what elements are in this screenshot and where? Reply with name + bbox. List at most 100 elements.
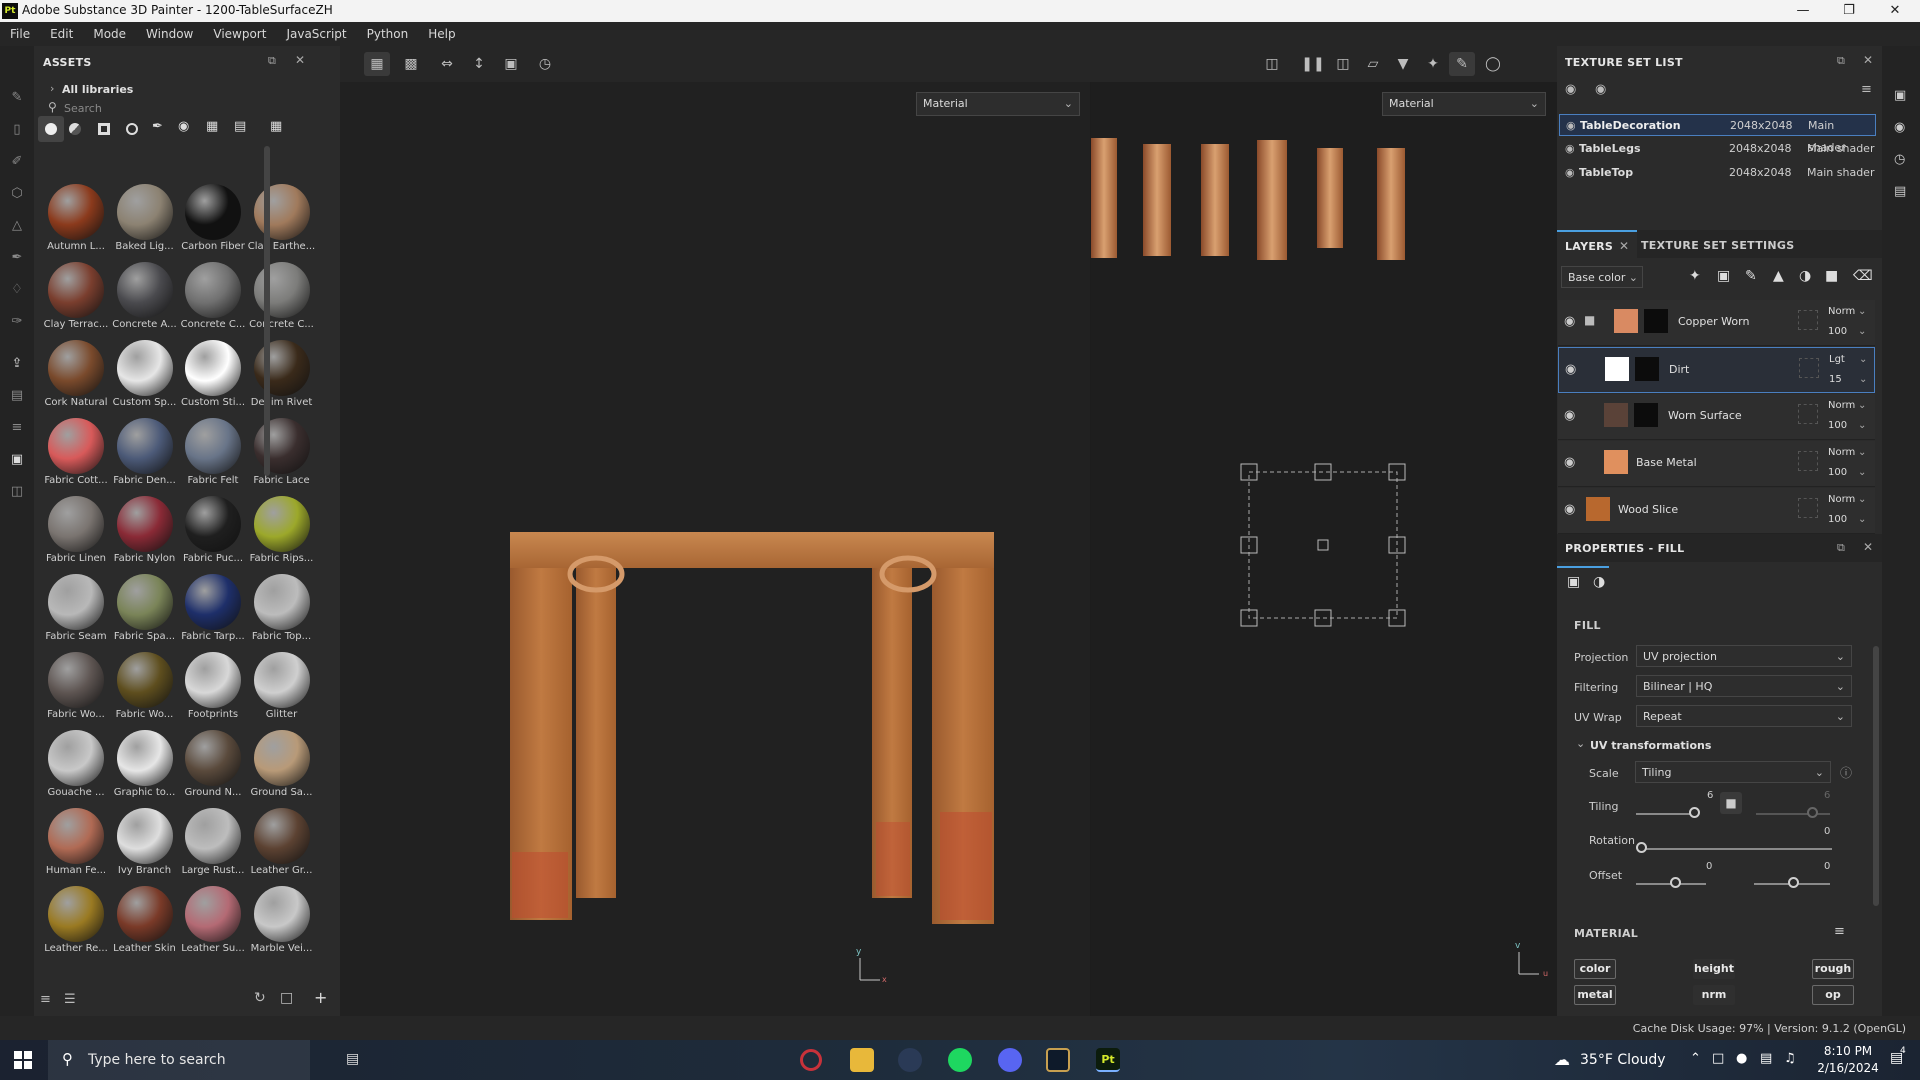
environment-icon[interactable]: ▤ (234, 119, 246, 134)
material-tile[interactable]: Custom Sp... (111, 336, 179, 414)
layer-opacity[interactable]: 100 (1828, 514, 1847, 525)
menu-javascript[interactable]: JavaScript (276, 22, 356, 46)
material-tile[interactable]: Fabric Linen (42, 492, 110, 570)
material-tile[interactable]: Fabric Wo... (111, 648, 179, 726)
layer-opacity[interactable]: 15 (1829, 374, 1842, 385)
layer-blend-mode[interactable]: Norm (1828, 447, 1855, 458)
add-fill-layer-icon[interactable]: ▲ (1773, 268, 1784, 284)
eye-icon[interactable]: ◉ (1565, 162, 1575, 184)
chevron-down-icon[interactable]: ⌄ (1858, 420, 1866, 431)
material-tile[interactable]: Carbon Fiber (179, 180, 247, 258)
mask-icon[interactable] (98, 123, 110, 135)
alpha-icon[interactable]: ▦ (206, 119, 218, 134)
menu-icon[interactable]: ≡ (1861, 82, 1872, 97)
add-paint-layer-icon[interactable]: ✎ (1745, 268, 1757, 284)
chevron-down-icon[interactable]: ⌄ (1858, 514, 1866, 525)
texture-set-row-tabledecoration[interactable]: ◉ TableDecoration 2048x2048 Main shader (1559, 114, 1876, 154)
spotify-icon[interactable] (948, 1048, 972, 1072)
windows-start-icon[interactable] (14, 1051, 32, 1069)
layer-mask-slot[interactable] (1798, 451, 1818, 471)
lighting-icon[interactable]: ✦ (1420, 52, 1446, 76)
eye-icon[interactable]: ◉ (1595, 82, 1606, 97)
layer-row[interactable]: ◉ Base Metal Norm ⌄ 100 ⌄ (1558, 441, 1875, 487)
add-icon[interactable]: + (314, 988, 327, 1007)
chevron-down-icon[interactable]: ⌄ (1858, 326, 1866, 337)
file-explorer-icon[interactable] (850, 1048, 874, 1072)
tiling-u-track[interactable] (1636, 813, 1696, 815)
smart-material-icon[interactable] (69, 123, 81, 135)
layer-row[interactable]: ◉ Wood Slice Norm ⌄ 100 ⌄ (1558, 488, 1875, 534)
close-panel-icon[interactable]: ✕ (295, 53, 305, 67)
refresh-icon[interactable]: ↻ (254, 990, 266, 1006)
viewport-2d[interactable]: Material ⌄ v u (1091, 82, 1557, 1016)
menu-window[interactable]: Window (136, 22, 203, 46)
tiling-v-value[interactable]: 6 (1824, 790, 1830, 801)
texture-set-row-tablelegs[interactable]: ◉ TableLegs 2048x2048 Main shader (1559, 138, 1876, 160)
material-tile[interactable]: Glitter (248, 648, 316, 726)
layer-thumbnail[interactable] (1605, 357, 1629, 381)
material-tile[interactable]: Clay Earthe... (248, 180, 316, 258)
channel-height-button[interactable]: height (1693, 959, 1735, 979)
scale-dropdown[interactable]: Tiling ⌄ (1635, 761, 1831, 783)
texture-set-row-tabletop[interactable]: ◉ TableTop 2048x2048 Main shader (1559, 162, 1876, 184)
paint-brush-icon[interactable]: ✎ (9, 90, 25, 106)
network-icon[interactable]: ▤ (1760, 1051, 1772, 1066)
material-tile[interactable]: Concrete A... (111, 258, 179, 336)
paint-mode-icon[interactable]: ✎ (1449, 52, 1475, 76)
close-icon[interactable]: ✕ (1619, 239, 1629, 253)
material-tile[interactable]: Leather Re... (42, 882, 110, 960)
material-tile[interactable]: Large Rust... (179, 804, 247, 882)
material-tile[interactable]: Ivy Branch (111, 804, 179, 882)
material-tile[interactable]: Fabric Lace (248, 414, 316, 492)
league-icon[interactable] (1046, 1048, 1070, 1072)
tiling-u-value[interactable]: 6 (1707, 790, 1713, 801)
add-mask-icon[interactable]: ▣ (1717, 268, 1730, 284)
library-breadcrumb[interactable]: All libraries (62, 83, 133, 96)
cube-view-icon[interactable]: ▱ (1360, 52, 1386, 76)
maximize-button[interactable]: ❐ (1826, 0, 1872, 22)
eraser-icon[interactable]: ▯ (9, 122, 25, 138)
layer-thumbnail[interactable] (1586, 497, 1610, 521)
tiling-v-knob[interactable] (1807, 807, 1818, 818)
material-tile[interactable]: Denim Rivet (248, 336, 316, 414)
chevron-down-icon[interactable]: ⌄ (1858, 306, 1866, 317)
taskbar-search-box[interactable]: ⚲ Type here to search (48, 1040, 310, 1080)
material-tile[interactable]: Fabric Tarp... (179, 570, 247, 648)
channel-color-button[interactable]: color (1574, 959, 1616, 979)
search-input[interactable]: Search (64, 102, 102, 115)
microphone-icon[interactable]: ● (1736, 1051, 1747, 1066)
channel-op-button[interactable]: op (1812, 985, 1854, 1005)
layer-row[interactable]: ◉ Dirt Lgt ⌄ 15 ⌄ (1558, 347, 1875, 393)
material-tile[interactable]: Marble Vei... (248, 882, 316, 960)
offset-v-value[interactable]: 0 (1824, 861, 1830, 872)
smudge-icon[interactable]: ✒ (9, 250, 25, 266)
material-tile[interactable]: Fabric Seam (42, 570, 110, 648)
geometry-fill-icon[interactable]: ⬡ (9, 186, 25, 202)
layer-mask-thumbnail[interactable] (1644, 309, 1668, 333)
chevron-up-icon[interactable]: ⌃ (1690, 1051, 1701, 1066)
lock-icon[interactable]: ■ (1720, 792, 1742, 814)
chevron-down-icon[interactable]: ⌄ (1858, 467, 1866, 478)
bake-icon[interactable]: ▣ (9, 452, 25, 468)
brush-icon[interactable]: ✒ (152, 119, 163, 134)
menu-edit[interactable]: Edit (40, 22, 83, 46)
eye-icon[interactable]: ◉ (1565, 138, 1575, 160)
material-tile[interactable]: Gouache ... (42, 726, 110, 804)
material-tile[interactable]: Leather Su... (179, 882, 247, 960)
symmetry-axis-icon[interactable]: ↕ (466, 52, 492, 76)
projection-icon[interactable]: ✐ (9, 154, 25, 170)
discord-icon[interactable] (998, 1048, 1022, 1072)
offset-u-knob[interactable] (1670, 877, 1681, 888)
layer-opacity[interactable]: 100 (1828, 420, 1847, 431)
layer-mask-slot[interactable] (1798, 310, 1818, 330)
layer-blend-mode[interactable]: Lgt (1829, 354, 1845, 365)
polygon-fill-icon[interactable]: △ (9, 218, 25, 234)
menu-mode[interactable]: Mode (83, 22, 136, 46)
menu-file[interactable]: File (0, 22, 40, 46)
rotation-knob[interactable] (1636, 842, 1647, 853)
rotation-track[interactable] (1640, 848, 1832, 850)
material-tile[interactable]: Custom Sti... (179, 336, 247, 414)
screenshot-icon[interactable]: ◯ (1480, 52, 1506, 76)
hide-ui-icon[interactable]: ◫ (1259, 52, 1285, 76)
material-tile[interactable]: Fabric Top... (248, 570, 316, 648)
